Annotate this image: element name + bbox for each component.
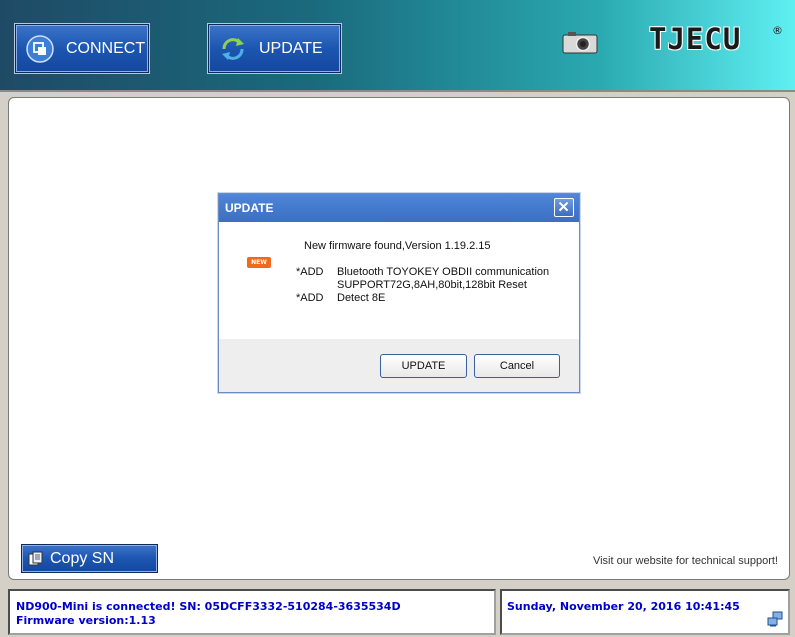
copy-icon	[28, 551, 43, 565]
new-badge: NEW	[247, 257, 271, 268]
close-icon	[558, 201, 569, 212]
status-datetime-panel: Sunday, November 20, 2016 10:41:45	[500, 589, 790, 635]
connect-button[interactable]: CONNECT	[15, 24, 149, 73]
firmware-message: New firmware found,Version 1.19.2.15	[304, 240, 491, 252]
datetime: Sunday, November 20, 2016 10:41:45	[507, 600, 740, 613]
update-dialog: UPDATE NEW New firmware found,Version 1.…	[218, 193, 580, 393]
change-tag: *ADD	[296, 266, 324, 278]
copy-sn-button[interactable]: Copy SN	[21, 544, 158, 573]
firmware-version: Firmware version:1.13	[16, 614, 156, 627]
connect-label: CONNECT	[66, 39, 146, 57]
change-tag: *ADD	[296, 292, 324, 304]
support-link[interactable]: Visit our website for technical support!	[593, 555, 778, 567]
camera-icon[interactable]	[562, 30, 598, 54]
update-label: UPDATE	[259, 39, 323, 57]
dialog-cancel-button[interactable]: Cancel	[474, 354, 560, 378]
change-line: SUPPORT72G,8AH,80bit,128bit Reset	[337, 279, 527, 291]
status-connection-panel: ND900-Mini is connected! SN: 05DCFF3332-…	[8, 589, 496, 635]
connection-status: ND900-Mini is connected! SN: 05DCFF3332-…	[16, 600, 401, 613]
dialog-update-button[interactable]: UPDATE	[380, 354, 467, 378]
brand-logo: TJECU	[649, 22, 742, 56]
registered-mark: ®	[772, 24, 783, 37]
dialog-body: NEW New firmware found,Version 1.19.2.15…	[219, 222, 579, 339]
header-bar: CONNECT UPDATE TJECU ®	[0, 0, 795, 92]
dialog-title: UPDATE	[219, 194, 579, 222]
change-line: Bluetooth TOYOKEY OBDII communication	[337, 266, 550, 278]
change-line: Detect 8E	[337, 292, 386, 304]
update-refresh-icon	[222, 37, 244, 60]
update-button[interactable]: UPDATE	[208, 24, 341, 73]
network-icon[interactable]	[767, 611, 783, 627]
connect-icon	[26, 34, 54, 63]
dialog-close-button[interactable]	[554, 198, 574, 217]
copy-sn-label: Copy SN	[50, 549, 115, 567]
